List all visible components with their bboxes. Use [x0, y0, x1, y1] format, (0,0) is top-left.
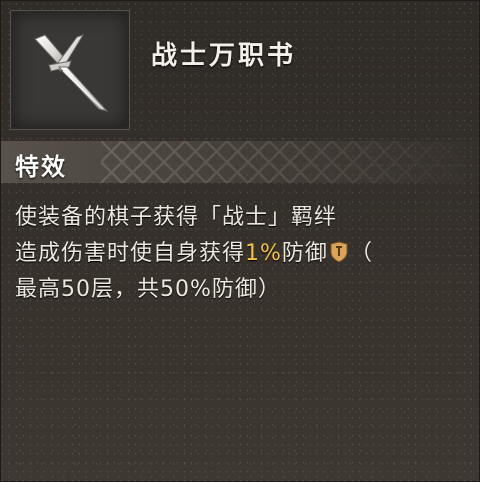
- section-header-pattern: [101, 141, 480, 183]
- description-line-2-stat: 防御: [281, 241, 328, 266]
- description-line-1: 使装备的棋子获得「战士」羁绊: [15, 205, 338, 230]
- item-tooltip-panel: 战士万职书 特效 使装备的棋子获得「战士」羁绊 造成伤害时使自身获得1%防御 （ …: [0, 0, 480, 482]
- description-line-2-start: 造成伤害时使自身获得: [15, 241, 246, 266]
- crossed-swords-emblem-icon: [34, 34, 109, 112]
- effect-description: 使装备的棋子获得「战士」羁绊 造成伤害时使自身获得1%防御 （ 最高50层，共50…: [15, 200, 471, 308]
- description-line-2-tail: （: [349, 241, 373, 266]
- armor-shield-icon: [330, 241, 348, 263]
- armor-bonus-value: 1%: [245, 241, 282, 266]
- item-icon-frame: [10, 10, 130, 130]
- section-header: 特效: [1, 141, 480, 183]
- item-name: 战士万职书: [151, 41, 297, 71]
- description-line-3: 最高50层，共50%防御）: [15, 277, 281, 302]
- description-line-2: 造成伤害时使自身获得1%防御 （: [15, 236, 471, 272]
- section-title: 特效: [15, 153, 67, 181]
